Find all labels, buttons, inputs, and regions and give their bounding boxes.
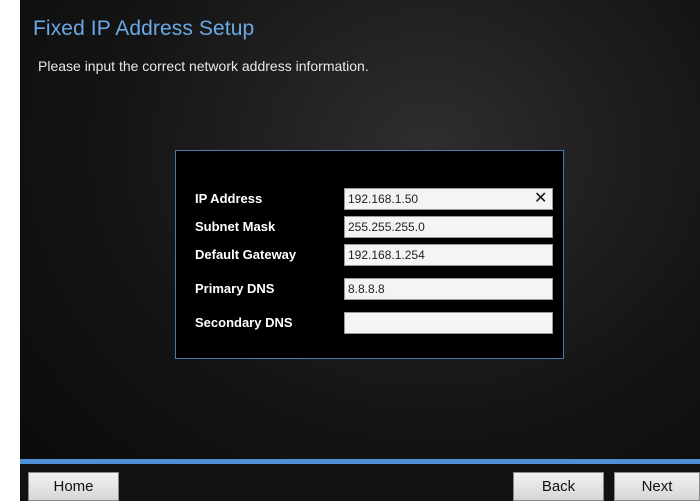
network-settings-panel: IP Address ✕ Subnet Mask Default Gateway… <box>175 150 564 359</box>
subnet-mask-row: Subnet Mask <box>176 216 563 240</box>
secondary-dns-label: Secondary DNS <box>195 315 293 330</box>
page-subtitle: Please input the correct network address… <box>38 58 369 74</box>
page-title: Fixed IP Address Setup <box>33 17 255 40</box>
home-button[interactable]: Home <box>28 472 119 501</box>
clear-input-icon[interactable]: ✕ <box>534 190 547 208</box>
secondary-dns-row: Secondary DNS <box>176 312 563 336</box>
subnet-mask-input[interactable] <box>344 216 553 238</box>
primary-dns-row: Primary DNS <box>176 278 563 302</box>
default-gateway-label: Default Gateway <box>195 247 297 262</box>
ip-address-label: IP Address <box>195 191 263 206</box>
secondary-dns-input[interactable] <box>344 312 553 334</box>
default-gateway-input[interactable] <box>344 244 553 266</box>
primary-dns-label: Primary DNS <box>195 281 275 296</box>
subnet-mask-label: Subnet Mask <box>195 219 276 234</box>
default-gateway-row: Default Gateway <box>176 244 563 268</box>
next-button[interactable]: Next <box>614 472 700 501</box>
wizard-stage: Fixed IP Address Setup Please input the … <box>20 0 700 501</box>
ip-address-row: IP Address ✕ <box>176 188 563 212</box>
ip-address-input[interactable] <box>344 188 553 210</box>
primary-dns-input[interactable] <box>344 278 553 300</box>
back-button[interactable]: Back <box>513 472 604 501</box>
